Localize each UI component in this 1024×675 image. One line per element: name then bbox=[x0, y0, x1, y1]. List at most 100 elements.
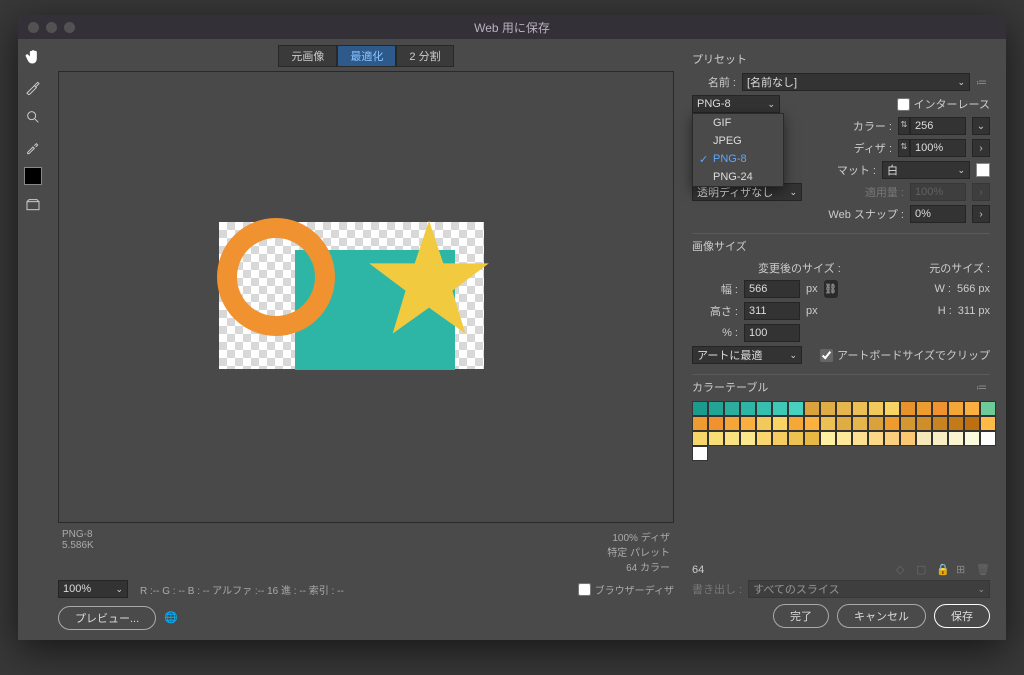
color-swatch-cell[interactable] bbox=[980, 401, 996, 416]
dither-slider-button[interactable]: › bbox=[972, 139, 990, 157]
cancel-button[interactable]: キャンセル bbox=[837, 604, 926, 628]
zoom-tool[interactable] bbox=[23, 107, 43, 127]
preset-name-select[interactable]: [名前なし]⌄ bbox=[742, 73, 970, 91]
color-swatch-cell[interactable] bbox=[852, 416, 868, 431]
color-swatch-cell[interactable] bbox=[724, 431, 740, 446]
color-swatch-cell[interactable] bbox=[884, 431, 900, 446]
color-swatch-cell[interactable] bbox=[708, 431, 724, 446]
color-swatch-cell[interactable] bbox=[820, 401, 836, 416]
zoom-window-button[interactable] bbox=[64, 22, 75, 33]
color-swatch-cell[interactable] bbox=[772, 401, 788, 416]
link-dimensions-icon[interactable]: ⛓ bbox=[824, 280, 838, 298]
color-dropdown-button[interactable]: ⌄ bbox=[972, 117, 990, 135]
color-table-menu-icon[interactable]: ≔ bbox=[976, 381, 990, 394]
color-swatch-cell[interactable] bbox=[916, 401, 932, 416]
color-swatch-cell[interactable] bbox=[692, 446, 708, 461]
color-swatch-cell[interactable] bbox=[868, 431, 884, 446]
color-swatch-cell[interactable] bbox=[916, 416, 932, 431]
color-swatch-cell[interactable] bbox=[772, 431, 788, 446]
color-swatch-cell[interactable] bbox=[788, 401, 804, 416]
color-swatch-cell[interactable] bbox=[756, 416, 772, 431]
color-swatch-cell[interactable] bbox=[948, 401, 964, 416]
color-swatch-cell[interactable] bbox=[788, 431, 804, 446]
color-swatch-cell[interactable] bbox=[932, 416, 948, 431]
minimize-window-button[interactable] bbox=[46, 22, 57, 33]
matte-select[interactable]: 白⌄ bbox=[882, 161, 970, 179]
color-swatch-cell[interactable] bbox=[724, 416, 740, 431]
fit-select[interactable]: アートに最適⌄ bbox=[692, 346, 802, 364]
color-swatch-cell[interactable] bbox=[948, 431, 964, 446]
color-swatch-cell[interactable] bbox=[916, 431, 932, 446]
websnap-slider-button[interactable]: › bbox=[972, 205, 990, 223]
globe-icon[interactable]: 🌐 bbox=[164, 611, 178, 625]
color-count-input[interactable]: 256 bbox=[910, 117, 966, 135]
lock-icon[interactable]: 🔒 bbox=[936, 563, 950, 576]
width-input[interactable]: 566 bbox=[744, 280, 800, 298]
slice-tool[interactable] bbox=[23, 77, 43, 97]
color-swatch-cell[interactable] bbox=[884, 401, 900, 416]
color-swatch-cell[interactable] bbox=[724, 401, 740, 416]
color-swatch-cell[interactable] bbox=[692, 431, 708, 446]
tab-original[interactable]: 元画像 bbox=[278, 45, 337, 67]
color-swatch-cell[interactable] bbox=[868, 401, 884, 416]
browser-dither-checkbox[interactable]: ブラウザーディザ bbox=[578, 582, 674, 597]
height-input[interactable]: 311 bbox=[744, 302, 800, 320]
color-swatch-cell[interactable] bbox=[804, 416, 820, 431]
color-swatch-cell[interactable] bbox=[804, 431, 820, 446]
color-swatch-cell[interactable] bbox=[900, 416, 916, 431]
format-option-png8[interactable]: ✓PNG-8 bbox=[693, 150, 783, 168]
color-swatch-cell[interactable] bbox=[708, 401, 724, 416]
color-swatch-cell[interactable] bbox=[804, 401, 820, 416]
color-swatch[interactable] bbox=[24, 167, 42, 185]
save-button[interactable]: 保存 bbox=[934, 604, 990, 628]
color-swatch-cell[interactable] bbox=[836, 431, 852, 446]
color-swatch-cell[interactable] bbox=[756, 401, 772, 416]
close-window-button[interactable] bbox=[28, 22, 39, 33]
color-swatch-cell[interactable] bbox=[948, 416, 964, 431]
preview-button[interactable]: プレビュー... bbox=[58, 606, 156, 630]
preview-canvas[interactable] bbox=[58, 71, 674, 523]
new-swatch-icon[interactable]: ⊞ bbox=[956, 563, 970, 576]
color-swatch-cell[interactable] bbox=[692, 401, 708, 416]
format-option-png24[interactable]: PNG-24 bbox=[693, 168, 783, 186]
color-swatch-cell[interactable] bbox=[964, 416, 980, 431]
color-swatch-cell[interactable] bbox=[884, 416, 900, 431]
zoom-select[interactable]: 100%⌄ bbox=[58, 580, 128, 598]
color-swatch-cell[interactable] bbox=[852, 401, 868, 416]
matte-swatch[interactable] bbox=[976, 163, 990, 177]
tab-2up[interactable]: 2 分割 bbox=[396, 45, 453, 67]
color-swatch-cell[interactable] bbox=[852, 431, 868, 446]
slice-visibility-tool[interactable] bbox=[23, 195, 43, 215]
color-swatch-cell[interactable] bbox=[756, 431, 772, 446]
color-swatch-cell[interactable] bbox=[836, 401, 852, 416]
preset-menu-icon[interactable]: ≔ bbox=[976, 76, 990, 89]
color-swatch-cell[interactable] bbox=[772, 416, 788, 431]
format-option-gif[interactable]: GIF bbox=[693, 114, 783, 132]
format-select[interactable]: PNG-8⌄ bbox=[692, 95, 780, 113]
color-swatch-cell[interactable] bbox=[964, 431, 980, 446]
color-swatch-cell[interactable] bbox=[836, 416, 852, 431]
color-swatch-cell[interactable] bbox=[692, 416, 708, 431]
color-swatch-cell[interactable] bbox=[740, 431, 756, 446]
done-button[interactable]: 完了 bbox=[773, 604, 829, 628]
eyedropper-tool[interactable] bbox=[23, 137, 43, 157]
dither-input[interactable]: 100% bbox=[910, 139, 966, 157]
color-swatch-cell[interactable] bbox=[740, 401, 756, 416]
color-swatch-cell[interactable] bbox=[740, 416, 756, 431]
tab-optimized[interactable]: 最適化 bbox=[337, 45, 396, 67]
color-swatch-cell[interactable] bbox=[900, 431, 916, 446]
format-option-jpeg[interactable]: JPEG bbox=[693, 132, 783, 150]
clip-checkbox[interactable]: アートボードサイズでクリップ bbox=[820, 347, 990, 363]
color-swatch-cell[interactable] bbox=[820, 416, 836, 431]
color-swatch-cell[interactable] bbox=[932, 401, 948, 416]
color-swatch-cell[interactable] bbox=[708, 416, 724, 431]
hand-tool[interactable] bbox=[23, 47, 43, 67]
color-swatch-cell[interactable] bbox=[980, 431, 996, 446]
color-swatch-cell[interactable] bbox=[868, 416, 884, 431]
color-swatch-cell[interactable] bbox=[964, 401, 980, 416]
color-swatch-cell[interactable] bbox=[900, 401, 916, 416]
color-table[interactable] bbox=[692, 401, 996, 461]
websnap-input[interactable]: 0% bbox=[910, 205, 966, 223]
interlace-checkbox[interactable]: インターレース bbox=[897, 96, 990, 112]
color-swatch-cell[interactable] bbox=[788, 416, 804, 431]
